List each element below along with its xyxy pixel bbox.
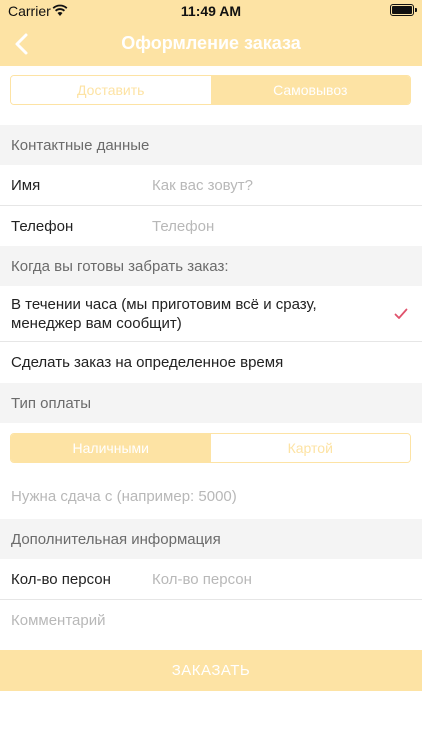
delivery-method-segment: Доставить Самовывоз xyxy=(10,75,411,105)
battery-icon xyxy=(390,4,417,16)
persons-row: Кол-во персон xyxy=(0,559,422,600)
change-amount-input[interactable] xyxy=(11,487,401,505)
name-row: Имя xyxy=(0,165,422,206)
status-bar: Carrier 11:49 AM xyxy=(0,0,422,22)
order-button[interactable]: ЗАКАЗАТЬ xyxy=(0,650,422,691)
status-time: 11:49 AM xyxy=(180,3,242,19)
section-header-contact: Контактные данные xyxy=(0,125,422,165)
segment-card[interactable]: Картой xyxy=(210,434,410,462)
change-row xyxy=(0,473,422,519)
section-header-pickup-time: Когда вы готовы забрать заказ: xyxy=(0,246,422,286)
comment-input[interactable] xyxy=(11,611,401,629)
section-header-payment: Тип оплаты xyxy=(0,383,422,423)
comment-row xyxy=(0,600,422,640)
pickup-option-scheduled-label: Сделать заказ на определенное время xyxy=(11,354,284,371)
phone-label: Телефон xyxy=(11,217,74,235)
pickup-option-scheduled[interactable]: Сделать заказ на определенное время xyxy=(0,342,422,383)
name-input[interactable] xyxy=(152,176,402,194)
segment-cash[interactable]: Наличными xyxy=(11,434,211,462)
persons-label: Кол-во персон xyxy=(11,570,111,588)
segment-deliver[interactable]: Доставить xyxy=(11,76,211,104)
segment-pickup[interactable]: Самовывоз xyxy=(210,76,410,104)
section-header-additional: Дополнительная информация xyxy=(0,519,422,559)
phone-input[interactable] xyxy=(152,217,402,235)
page-title: Оформление заказа xyxy=(121,33,301,53)
payment-type-segment: Наличными Картой xyxy=(10,433,411,463)
persons-input[interactable] xyxy=(152,570,402,588)
phone-row: Телефон xyxy=(0,206,422,246)
checkmark-icon xyxy=(394,308,408,319)
name-label: Имя xyxy=(11,176,41,194)
pickup-option-asap-label: В течении часа (мы приготовим всё и сраз… xyxy=(11,296,317,332)
navigation-bar: Оформление заказа xyxy=(0,22,422,66)
pickup-option-asap[interactable]: В течении часа (мы приготовим всё и сраз… xyxy=(0,286,422,342)
